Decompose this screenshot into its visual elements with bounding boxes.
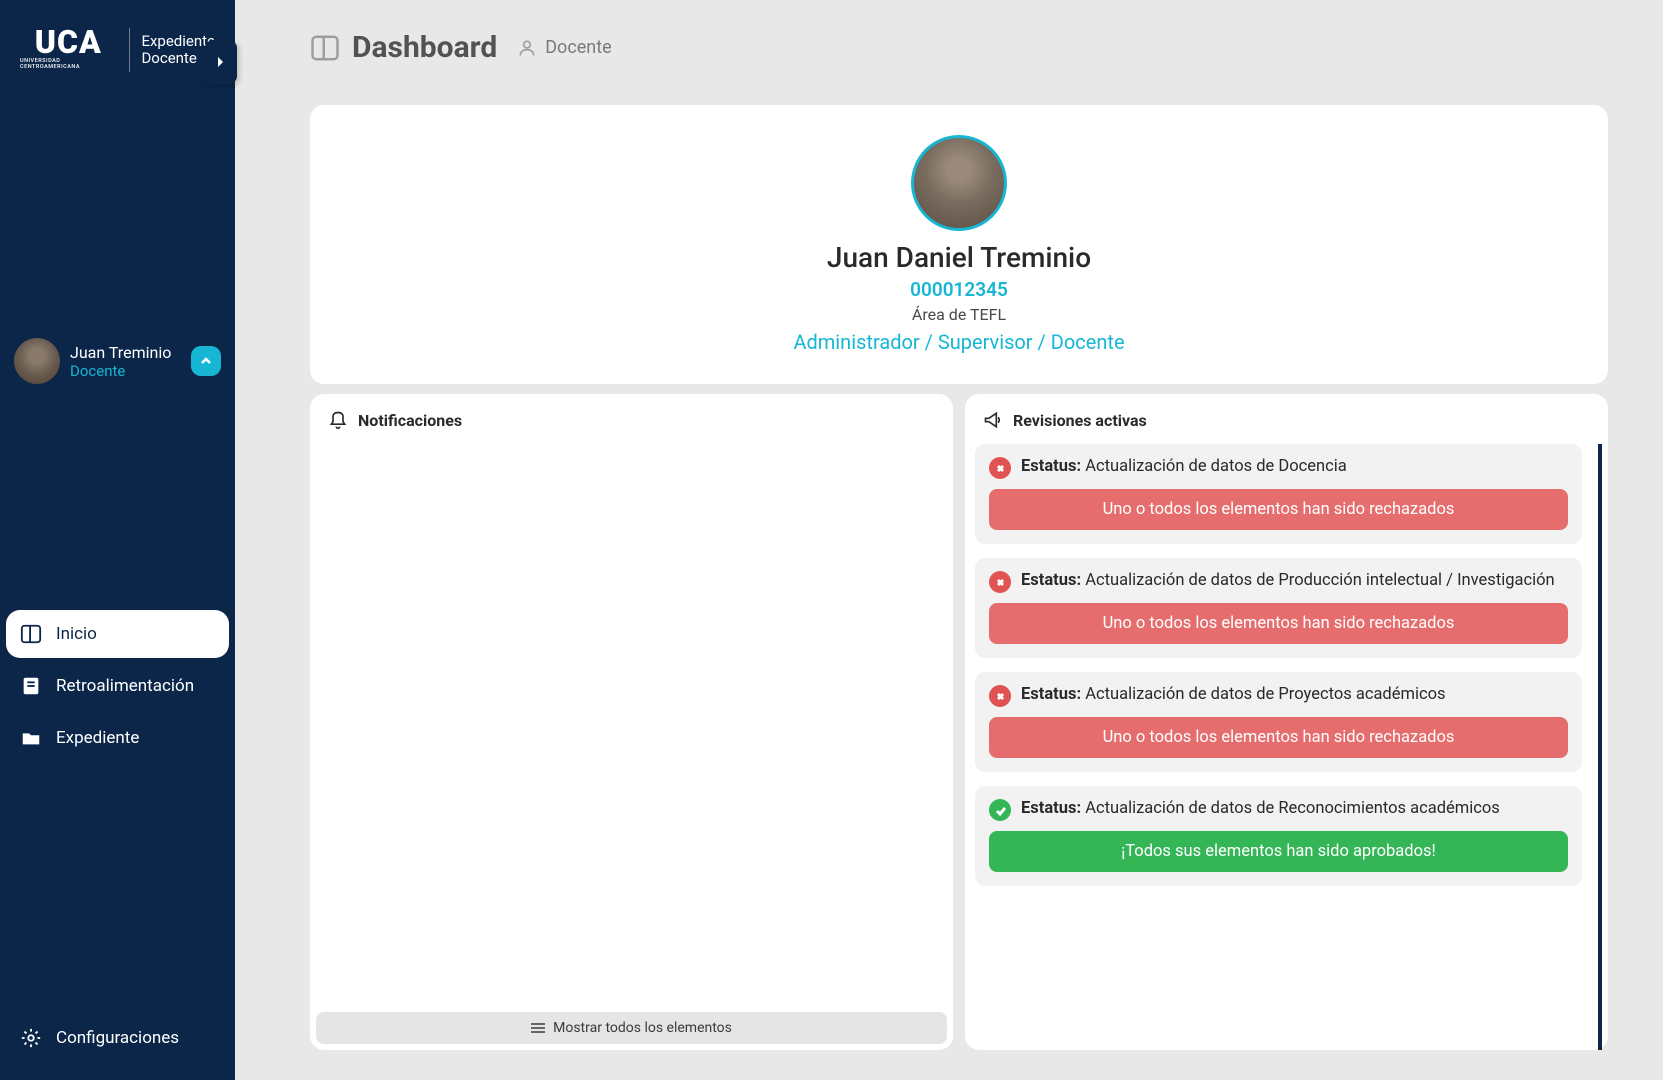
- nav-label: Retroalimentación: [56, 676, 194, 696]
- revisions-body[interactable]: Estatus: Actualización de datos de Docen…: [965, 444, 1602, 1050]
- review-status-bar[interactable]: Uno o todos los elementos han sido recha…: [989, 603, 1568, 644]
- avatar: [911, 135, 1007, 231]
- page-subtitle: Docente: [517, 37, 611, 58]
- panel-title: Revisiones activas: [1013, 411, 1147, 430]
- bell-icon: [328, 410, 348, 430]
- logo-app-title: Expediente Docente: [141, 33, 215, 68]
- page-title-text: Dashboard: [352, 30, 497, 65]
- logo-area: UCA UNIVERSIDAD CENTROAMERICANA Expedien…: [0, 0, 235, 92]
- dashboard-icon: [20, 623, 42, 645]
- user-expand-button[interactable]: [191, 346, 221, 376]
- reject-icon: [989, 457, 1011, 479]
- nav-label: Expediente: [56, 728, 139, 748]
- page-header: Dashboard Docente: [310, 30, 1608, 65]
- panel-revisions: Revisiones activas Estatus: Actualizació…: [965, 394, 1608, 1050]
- profile-name: Juan Daniel Treminio: [827, 241, 1091, 274]
- review-head: Estatus: Actualización de datos de Proye…: [989, 684, 1568, 707]
- review-item[interactable]: Estatus: Actualización de datos de Produ…: [975, 558, 1582, 658]
- review-head: Estatus: Actualización de datos de Recon…: [989, 798, 1568, 821]
- page-subtitle-text: Docente: [545, 37, 611, 58]
- main-content: Dashboard Docente Juan Daniel Treminio 0…: [235, 0, 1663, 1080]
- show-all-label: Mostrar todos los elementos: [553, 1020, 732, 1036]
- megaphone-icon: [983, 410, 1003, 430]
- avatar: [14, 338, 60, 384]
- sidebar: UCA UNIVERSIDAD CENTROAMERICANA Expedien…: [0, 0, 235, 1080]
- review-status-bar[interactable]: ¡Todos sus elementos han sido aprobados!: [989, 831, 1568, 872]
- review-head: Estatus: Actualización de datos de Produ…: [989, 570, 1568, 593]
- review-item[interactable]: Estatus: Actualización de datos de Recon…: [975, 786, 1582, 886]
- panel-title: Notificaciones: [358, 411, 462, 430]
- sidebar-user-card[interactable]: Juan Treminio Docente: [8, 332, 227, 390]
- reject-icon: [989, 685, 1011, 707]
- book-icon: [20, 675, 42, 697]
- logo-uca: UCA UNIVERSIDAD CENTROAMERICANA: [20, 30, 117, 70]
- review-status-bar[interactable]: Uno o todos los elementos han sido recha…: [989, 489, 1568, 530]
- panel-notifications: Notificaciones Mostrar todos los element…: [310, 394, 953, 1050]
- panel-header: Revisiones activas: [965, 394, 1608, 444]
- app-title-line1: Expediente: [141, 33, 215, 50]
- nav-label: Inicio: [56, 624, 97, 644]
- profile-id: 000012345: [910, 278, 1008, 301]
- review-text: Estatus: Actualización de datos de Docen…: [1021, 456, 1347, 478]
- list-icon: [531, 1022, 545, 1034]
- review-item[interactable]: Estatus: Actualización de datos de Docen…: [975, 444, 1582, 544]
- review-text: Estatus: Actualización de datos de Produ…: [1021, 570, 1555, 592]
- nav-item-retroalimentacion[interactable]: Retroalimentación: [6, 662, 229, 710]
- chevron-up-icon: [199, 354, 213, 368]
- nav-item-expediente[interactable]: Expediente: [6, 714, 229, 762]
- user-info: Juan Treminio Docente: [70, 343, 181, 380]
- panels: Notificaciones Mostrar todos los element…: [310, 394, 1608, 1050]
- gear-icon: [20, 1027, 42, 1049]
- nav-item-inicio[interactable]: Inicio: [6, 610, 229, 658]
- profile-roles: Administrador / Supervisor / Docente: [793, 330, 1124, 354]
- page-title: Dashboard: [310, 30, 497, 65]
- logo-divider: [129, 28, 130, 72]
- user-role: Docente: [70, 362, 181, 380]
- nav-label: Configuraciones: [56, 1028, 179, 1048]
- user-name: Juan Treminio: [70, 343, 181, 362]
- folder-icon: [20, 727, 42, 749]
- chevron-right-icon: [216, 55, 226, 69]
- logo-uca-text: UCA: [35, 30, 102, 56]
- profile-card: Juan Daniel Treminio 000012345 Área de T…: [310, 105, 1608, 384]
- notifications-body: [310, 444, 953, 1006]
- review-text: Estatus: Actualización de datos de Proye…: [1021, 684, 1446, 706]
- app-title-line2: Docente: [141, 50, 215, 67]
- show-all-button[interactable]: Mostrar todos los elementos: [316, 1012, 947, 1044]
- person-icon: [517, 38, 537, 58]
- panel-header: Notificaciones: [310, 394, 953, 444]
- nav: Inicio Retroalimentación Expediente: [0, 610, 235, 762]
- review-head: Estatus: Actualización de datos de Docen…: [989, 456, 1568, 479]
- profile-area: Área de TEFL: [912, 305, 1006, 324]
- review-status-bar[interactable]: Uno o todos los elementos han sido recha…: [989, 717, 1568, 758]
- dashboard-icon: [310, 33, 340, 63]
- logo-uca-subtitle: UNIVERSIDAD CENTROAMERICANA: [20, 58, 117, 70]
- approve-icon: [989, 799, 1011, 821]
- review-text: Estatus: Actualización de datos de Recon…: [1021, 798, 1500, 820]
- reject-icon: [989, 571, 1011, 593]
- sidebar-collapse-button[interactable]: [205, 40, 237, 84]
- nav-item-configuraciones[interactable]: Configuraciones: [0, 1014, 235, 1062]
- review-item[interactable]: Estatus: Actualización de datos de Proye…: [975, 672, 1582, 772]
